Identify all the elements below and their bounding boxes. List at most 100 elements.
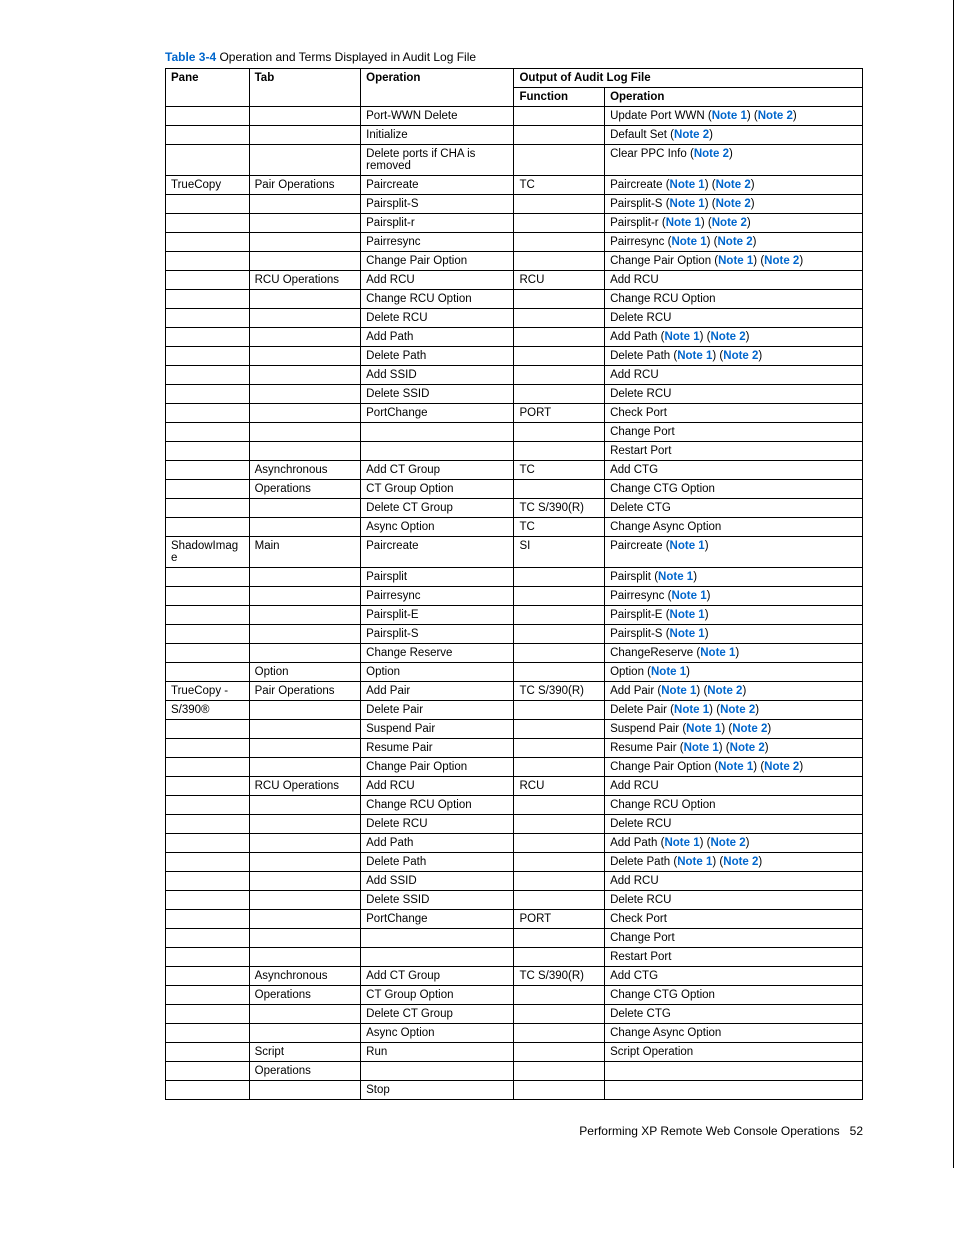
note-link[interactable]: Note 2 xyxy=(716,179,751,191)
cell-tab xyxy=(249,385,361,404)
cell-op: Pairsplit-S xyxy=(361,195,514,214)
cell-pane xyxy=(166,233,250,252)
cell-fn xyxy=(514,587,605,606)
cell-op: Delete CT Group xyxy=(361,499,514,518)
note-link[interactable]: Note 2 xyxy=(712,217,747,229)
cell-out: Delete CTG xyxy=(605,499,863,518)
cell-pane xyxy=(166,385,250,404)
note-link[interactable]: Note 2 xyxy=(718,236,753,248)
cell-pane xyxy=(166,1005,250,1024)
cell-fn xyxy=(514,309,605,328)
cell-fn xyxy=(514,739,605,758)
cell-tab xyxy=(249,758,361,777)
cell-out: Change Async Option xyxy=(605,1024,863,1043)
cell-op: Add RCU xyxy=(361,271,514,290)
cell-pane: S/390® xyxy=(166,701,250,720)
note-link[interactable]: Note 1 xyxy=(670,609,705,621)
cell-out: Add RCU xyxy=(605,872,863,891)
note-link[interactable]: Note 1 xyxy=(666,217,701,229)
cell-out: Change Port xyxy=(605,423,863,442)
cell-out: Pairsplit-r (Note 1) (Note 2) xyxy=(605,214,863,233)
note-link[interactable]: Note 2 xyxy=(707,685,742,697)
cell-out xyxy=(605,1081,863,1100)
note-link[interactable]: Note 2 xyxy=(716,198,751,210)
table-row: Add PathAdd Path (Note 1) (Note 2) xyxy=(166,834,863,853)
cell-pane xyxy=(166,834,250,853)
cell-op: Change Pair Option xyxy=(361,252,514,271)
cell-out: Paircreate (Note 1) xyxy=(605,537,863,568)
cell-fn xyxy=(514,625,605,644)
note-link[interactable]: Note 2 xyxy=(674,129,709,141)
cell-op: Delete CT Group xyxy=(361,1005,514,1024)
note-link[interactable]: Note 2 xyxy=(723,350,758,362)
cell-tab xyxy=(249,834,361,853)
note-link[interactable]: Note 1 xyxy=(671,236,706,248)
cell-out: Add Path (Note 1) (Note 2) xyxy=(605,328,863,347)
note-link[interactable]: Note 2 xyxy=(730,742,765,754)
note-link[interactable]: Note 1 xyxy=(674,704,709,716)
note-link[interactable]: Note 1 xyxy=(664,837,699,849)
note-link[interactable]: Note 2 xyxy=(710,837,745,849)
table-row: Change Pair Option Change Pair Option (No… xyxy=(166,758,863,777)
cell-op: Add SSID xyxy=(361,872,514,891)
cell-fn xyxy=(514,796,605,815)
note-link[interactable]: Note 2 xyxy=(764,255,799,267)
th-pane: Pane xyxy=(166,69,250,107)
cell-tab xyxy=(249,423,361,442)
cell-fn xyxy=(514,701,605,720)
note-link[interactable]: Note 1 xyxy=(677,856,712,868)
cell-out: Clear PPC Info (Note 2) xyxy=(605,145,863,176)
cell-op: Async Option xyxy=(361,1024,514,1043)
cell-out: Add RCU xyxy=(605,271,863,290)
cell-tab xyxy=(249,587,361,606)
note-link[interactable]: Note 1 xyxy=(718,255,753,267)
cell-tab: Asynchronous xyxy=(249,461,361,480)
note-link[interactable]: Note 1 xyxy=(670,179,705,191)
cell-fn xyxy=(514,758,605,777)
note-link[interactable]: Note 1 xyxy=(670,628,705,640)
note-link[interactable]: Note 1 xyxy=(670,540,705,552)
note-link[interactable]: Note 1 xyxy=(686,723,721,735)
table-row: Delete PathDelete Path (Note 1) (Note 2) xyxy=(166,347,863,366)
table-row: Change RCU OptionChange RCU Option xyxy=(166,796,863,815)
cell-pane xyxy=(166,442,250,461)
cell-out: Change Pair Option (Note 1) (Note 2) xyxy=(605,758,863,777)
note-link[interactable]: Note 2 xyxy=(723,856,758,868)
note-link[interactable]: Note 2 xyxy=(720,704,755,716)
note-link[interactable]: Note 2 xyxy=(764,761,799,773)
note-link[interactable]: Note 1 xyxy=(671,590,706,602)
note-link[interactable]: Note 1 xyxy=(700,647,735,659)
table-row: Pairsplit-SPairsplit-S (Note 1) (Note 2) xyxy=(166,195,863,214)
cell-fn xyxy=(514,834,605,853)
table-row: Change ReserveChangeReserve (Note 1) xyxy=(166,644,863,663)
cell-fn: TC xyxy=(514,461,605,480)
cell-fn xyxy=(514,107,605,126)
note-link[interactable]: Note 1 xyxy=(658,571,693,583)
cell-op: Change Pair Option xyxy=(361,758,514,777)
note-link[interactable]: Note 2 xyxy=(732,723,767,735)
cell-fn: RCU xyxy=(514,271,605,290)
note-link[interactable]: Note 1 xyxy=(670,198,705,210)
note-link[interactable]: Note 1 xyxy=(712,110,747,122)
cell-fn xyxy=(514,442,605,461)
note-link[interactable]: Note 1 xyxy=(684,742,719,754)
cell-pane xyxy=(166,910,250,929)
cell-out: Delete RCU xyxy=(605,815,863,834)
table-row: InitializeDefault Set (Note 2) xyxy=(166,126,863,145)
cell-op: Pairresync xyxy=(361,233,514,252)
table-row: RCU OperationsAdd RCURCUAdd RCU xyxy=(166,271,863,290)
note-link[interactable]: Note 1 xyxy=(677,350,712,362)
cell-op: Paircreate xyxy=(361,176,514,195)
note-link[interactable]: Note 1 xyxy=(718,761,753,773)
cell-pane xyxy=(166,518,250,537)
note-link[interactable]: Note 2 xyxy=(710,331,745,343)
cell-fn: TC S/390(R) xyxy=(514,967,605,986)
note-link[interactable]: Note 2 xyxy=(758,110,793,122)
note-link[interactable]: Note 1 xyxy=(664,331,699,343)
cell-tab xyxy=(249,404,361,423)
cell-tab: Main xyxy=(249,537,361,568)
note-link[interactable]: Note 1 xyxy=(661,685,696,697)
note-link[interactable]: Note 2 xyxy=(694,148,729,160)
cell-pane xyxy=(166,347,250,366)
note-link[interactable]: Note 1 xyxy=(651,666,686,678)
